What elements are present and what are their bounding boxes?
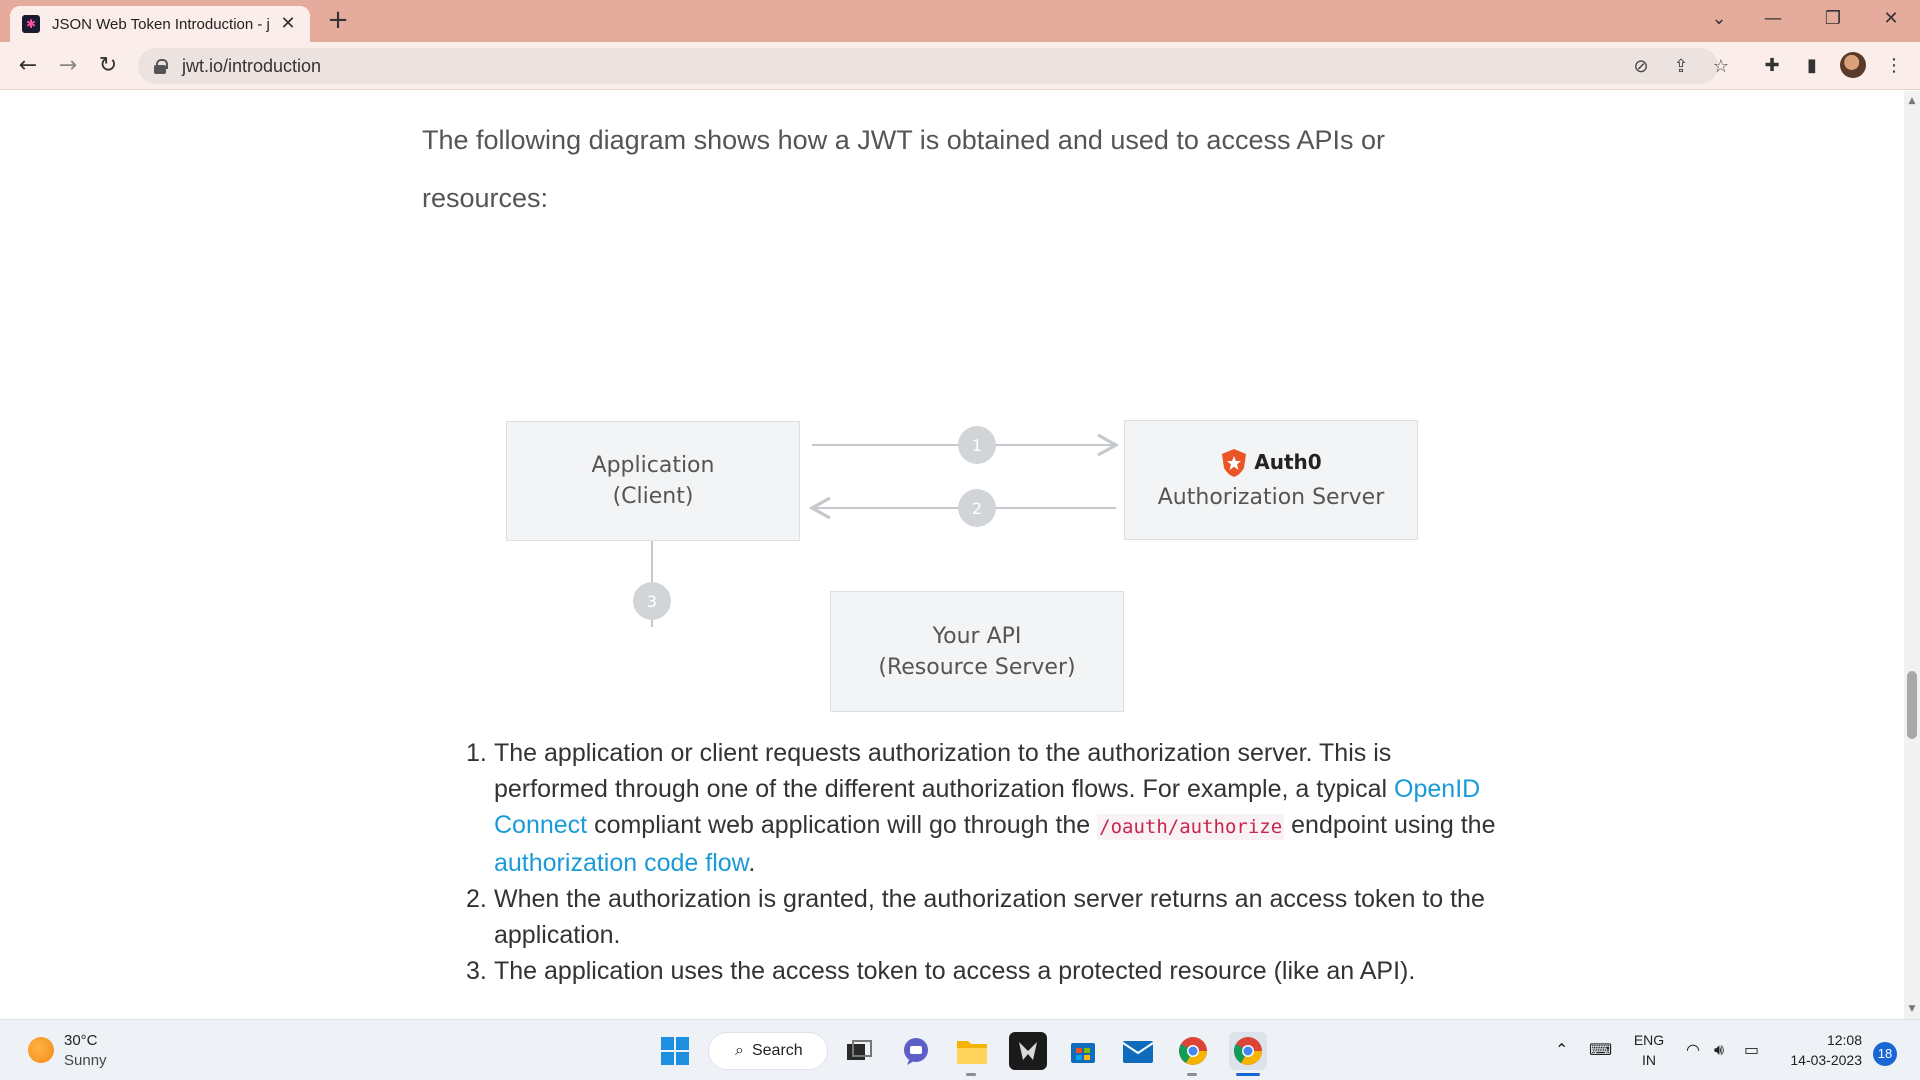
step-1-text-part: . bbox=[748, 849, 756, 877]
auth0-brand-name: Auth0 bbox=[1254, 450, 1322, 474]
start-windows-icon[interactable] bbox=[656, 1032, 694, 1070]
close-window-button[interactable]: ✕ bbox=[1868, 4, 1914, 34]
auth0-logo: Auth0 bbox=[1220, 447, 1322, 478]
step-number: 2. bbox=[466, 885, 487, 913]
mail-icon[interactable] bbox=[1119, 1032, 1157, 1070]
api-subtitle: (Resource Server) bbox=[878, 654, 1076, 680]
search-icon: ⌕ bbox=[735, 1042, 744, 1059]
list-item: 3. The application uses the access token… bbox=[466, 953, 1496, 989]
steps-list: 1. The application or client requests au… bbox=[466, 735, 1496, 989]
microsoft-store-icon[interactable] bbox=[1064, 1032, 1102, 1070]
scroll-up-arrow-icon[interactable]: ▲ bbox=[1904, 93, 1920, 109]
chat-icon[interactable] bbox=[897, 1032, 935, 1070]
tab-search-chevron-icon[interactable]: ⌄ bbox=[1696, 4, 1742, 34]
step-text: When the authorization is granted, the a… bbox=[494, 885, 1485, 949]
page-content: The following diagram shows how a JWT is… bbox=[0, 91, 1904, 1019]
scroll-down-arrow-icon[interactable]: ▼ bbox=[1904, 1001, 1920, 1017]
notification-count-badge[interactable]: 18 bbox=[1873, 1042, 1897, 1066]
toolbar: ← → ↻ jwt.io/introduction ⊘ ⇪ ☆ ✚ ▮ ⋮ bbox=[0, 42, 1920, 90]
minimize-button[interactable]: — bbox=[1750, 4, 1796, 34]
api-title: Your API bbox=[932, 623, 1022, 649]
browser-tab[interactable]: ✱ JSON Web Token Introduction - j ✕ bbox=[10, 6, 310, 42]
list-item: 2. When the authorization is granted, th… bbox=[466, 881, 1496, 953]
weather-temperature[interactable]: 30°C bbox=[64, 1032, 98, 1049]
client-box: Application (Client) bbox=[506, 421, 800, 541]
battery-icon[interactable]: ▭ bbox=[1744, 1040, 1759, 1059]
taskbar: 30°C Sunny ⌕ Search ⌃ ⌨ ENG IN ◠ 🔊︎ ▭ 12… bbox=[0, 1019, 1920, 1080]
running-app-indicator bbox=[1187, 1073, 1197, 1076]
intro-paragraph: The following diagram shows how a JWT is… bbox=[422, 125, 1385, 213]
jwt-favicon-icon: ✱ bbox=[22, 15, 40, 33]
lock-icon[interactable] bbox=[154, 59, 168, 74]
taskbar-search-button[interactable]: ⌕ Search bbox=[708, 1032, 828, 1070]
client-subtitle: (Client) bbox=[612, 484, 694, 509]
restore-button[interactable]: ❐ bbox=[1810, 4, 1856, 34]
clock-time[interactable]: 12:08 bbox=[1782, 1032, 1862, 1048]
clock-date[interactable]: 14-03-2023 bbox=[1782, 1052, 1862, 1068]
url-text[interactable]: jwt.io/introduction bbox=[182, 56, 321, 77]
jwt-flow-diagram: 1 2 3 Application (Client) Auth0 Authori… bbox=[500, 327, 1420, 712]
show-hidden-icons-chevron-icon[interactable]: ⌃ bbox=[1555, 1040, 1568, 1059]
task-view-icon[interactable] bbox=[840, 1032, 878, 1070]
menu-kebab-icon[interactable]: ⋮ bbox=[1880, 52, 1908, 80]
step-1-text-part: The application or client requests autho… bbox=[494, 739, 1395, 803]
weather-sun-icon[interactable] bbox=[28, 1037, 54, 1063]
scroll-thumb[interactable] bbox=[1907, 671, 1917, 739]
list-item: 1. The application or client requests au… bbox=[466, 735, 1496, 881]
step-2-label: 2 bbox=[972, 499, 982, 518]
step-1-text-part: compliant web application will go throug… bbox=[587, 811, 1098, 839]
chrome-profile-icon[interactable] bbox=[1229, 1032, 1267, 1070]
close-tab-icon[interactable]: ✕ bbox=[278, 14, 298, 34]
weather-condition[interactable]: Sunny bbox=[64, 1052, 107, 1069]
wifi-icon[interactable]: ◠ bbox=[1686, 1040, 1700, 1059]
search-label: Search bbox=[751, 1042, 803, 1059]
language-code[interactable]: ENG bbox=[1632, 1032, 1666, 1048]
eye-off-icon[interactable]: ⊘ bbox=[1628, 54, 1654, 80]
game-app-icon[interactable] bbox=[1009, 1032, 1047, 1070]
authorization-code-flow-link[interactable]: authorization code flow bbox=[494, 849, 748, 877]
bookmark-star-icon[interactable]: ☆ bbox=[1708, 54, 1734, 80]
step-text: The application uses the access token to… bbox=[494, 957, 1416, 985]
tab-strip: ✱ JSON Web Token Introduction - j ✕ + ⌄ … bbox=[0, 0, 1920, 42]
language-region[interactable]: IN bbox=[1632, 1052, 1666, 1068]
auth0-shield-icon bbox=[1222, 448, 1247, 477]
share-icon[interactable]: ⇪ bbox=[1668, 54, 1694, 80]
tab-title: JSON Web Token Introduction - j bbox=[52, 15, 270, 33]
address-bar[interactable]: jwt.io/introduction ⊘ ⇪ ☆ bbox=[138, 48, 1729, 84]
keyboard-icon[interactable]: ⌨ bbox=[1589, 1040, 1612, 1059]
client-title: Application bbox=[591, 453, 715, 478]
active-app-indicator bbox=[1236, 1073, 1260, 1076]
arrow-step-3 bbox=[651, 537, 653, 627]
step-number: 3. bbox=[466, 957, 487, 985]
volume-icon[interactable]: 🔊︎ bbox=[1714, 1040, 1724, 1060]
extensions-puzzle-icon[interactable]: ✚ bbox=[1758, 52, 1786, 80]
new-tab-button[interactable]: + bbox=[324, 7, 352, 35]
step-text: The application or client requests autho… bbox=[494, 735, 1496, 881]
reload-button[interactable]: ↻ bbox=[92, 50, 124, 82]
auth-server-box: Auth0 Authorization Server bbox=[1124, 420, 1418, 540]
step-1-text-part: endpoint using the bbox=[1284, 811, 1496, 839]
forward-button[interactable]: → bbox=[52, 50, 84, 82]
side-panel-icon[interactable]: ▮ bbox=[1798, 52, 1826, 80]
oauth-authorize-code: /oauth/authorize bbox=[1097, 814, 1285, 840]
back-button[interactable]: ← bbox=[12, 50, 44, 82]
chrome-icon[interactable] bbox=[1174, 1032, 1212, 1070]
file-explorer-icon[interactable] bbox=[953, 1032, 991, 1070]
step-number: 1. bbox=[466, 739, 487, 767]
running-app-indicator bbox=[966, 1073, 976, 1076]
step-1-label: 1 bbox=[972, 436, 982, 455]
api-box: Your API (Resource Server) bbox=[830, 591, 1124, 712]
page-scrollbar[interactable]: ▲ ▼ bbox=[1904, 91, 1920, 1019]
auth-server-label: Authorization Server bbox=[1157, 485, 1385, 510]
step-3-label: 3 bbox=[647, 592, 657, 611]
profile-avatar[interactable] bbox=[1840, 52, 1866, 78]
